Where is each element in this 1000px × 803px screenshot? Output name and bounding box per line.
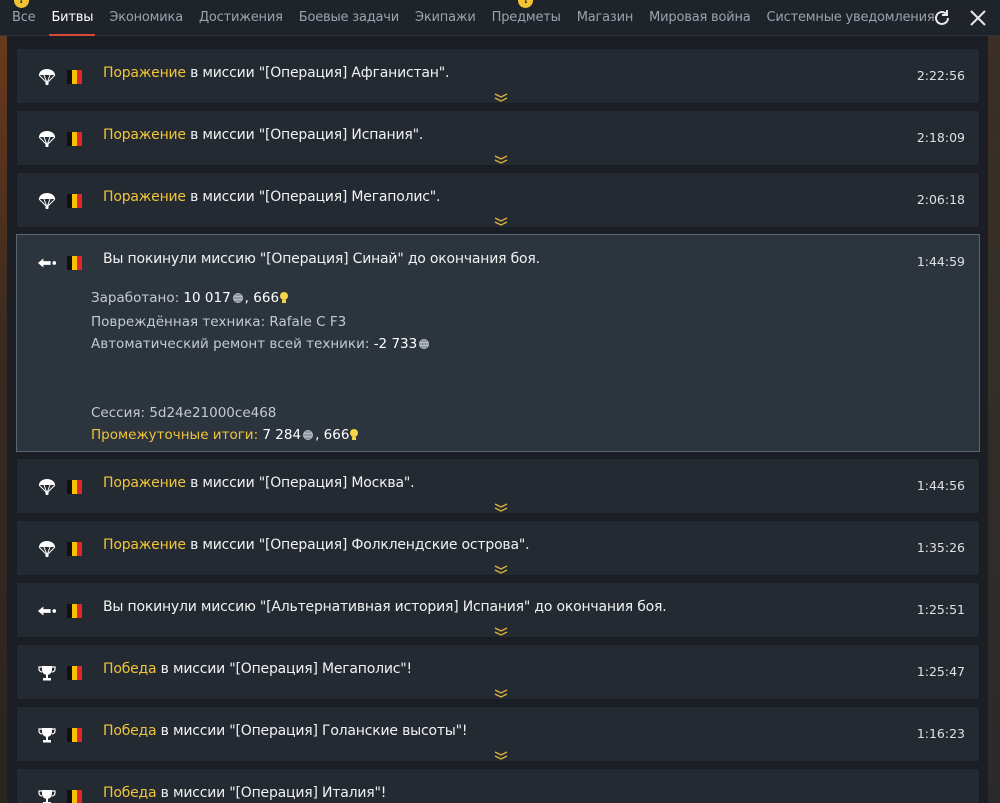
tab-battles[interactable]: Битвы xyxy=(43,0,101,36)
message-text: Вы покинули миссию "[Операция] Синай" до… xyxy=(103,251,540,267)
silver-lions-icon xyxy=(301,426,315,448)
refresh-icon[interactable] xyxy=(930,6,954,30)
tab-label: Боевые задачи xyxy=(298,10,400,25)
trophy-icon xyxy=(37,787,57,803)
message-text: Поражение в миссии "[Операция] Фолклендс… xyxy=(103,537,530,553)
tab-label: Битвы xyxy=(51,10,94,25)
expand-chevron-icon[interactable] xyxy=(493,745,509,760)
total-row: Промежуточные итоги: 7 284, 666 xyxy=(91,424,431,448)
background-edge-left xyxy=(0,36,7,803)
battle-messages-list: Поражение в миссии "[Операция] Афганиста… xyxy=(16,48,980,803)
tab-shop[interactable]: Магазин xyxy=(569,0,641,36)
silver-lions-icon xyxy=(231,289,245,311)
message-text: Поражение в миссии "[Операция] Испания". xyxy=(103,127,424,143)
alert-badge-icon: ! xyxy=(13,0,29,8)
message-text: Вы покинули миссию "[Альтернативная исто… xyxy=(103,599,667,615)
tab-battle-tasks[interactable]: Боевые задачи xyxy=(291,0,407,36)
message-text: Победа в миссии "[Операция] Мегаполис"! xyxy=(103,661,412,677)
message-time: 2:06:18 xyxy=(916,192,965,207)
tab-economy[interactable]: Экономика xyxy=(101,0,191,36)
flag-belgium-icon xyxy=(67,256,82,270)
message-item[interactable]: Поражение в миссии "[Операция] Мегаполис… xyxy=(16,172,980,228)
tab-label: Магазин xyxy=(576,10,634,25)
flag-belgium-icon xyxy=(67,604,82,618)
message-text: Поражение в миссии "[Операция] Мегаполис… xyxy=(103,189,441,205)
tab-system-notifications[interactable]: Системные уведомления xyxy=(759,0,943,36)
tab-crews[interactable]: Экипажи xyxy=(407,0,484,36)
message-time: 1:16:23 xyxy=(916,726,965,741)
message-item[interactable]: Победа в миссии "[Операция] Мегаполис"! … xyxy=(16,644,980,700)
research-points-icon xyxy=(349,426,359,448)
tab-label: Экономика xyxy=(109,10,183,25)
damaged-row: Повреждённая техника: Rafale C F3 xyxy=(91,314,347,330)
leave-icon xyxy=(37,253,57,273)
close-icon[interactable] xyxy=(966,6,990,30)
message-time: 1:25:51 xyxy=(916,602,965,617)
tab-label: Все xyxy=(12,10,36,25)
message-time: 1:35:26 xyxy=(916,540,965,555)
flag-belgium-icon xyxy=(67,70,82,84)
parachute-icon xyxy=(37,191,57,211)
trophy-icon xyxy=(37,725,57,745)
message-text: Победа в миссии "[Операция] Голанские вы… xyxy=(103,723,468,739)
tab-world-war[interactable]: Мировая война xyxy=(641,0,758,36)
tab-label: Достижения xyxy=(198,10,283,25)
flag-belgium-icon xyxy=(67,666,82,680)
message-time: 1:44:59 xyxy=(916,254,965,269)
expand-chevron-icon[interactable] xyxy=(493,683,509,698)
message-item[interactable]: Поражение в миссии "[Операция] Испания".… xyxy=(16,110,980,166)
message-time: 2:18:09 xyxy=(916,130,965,145)
expand-chevron-icon[interactable] xyxy=(493,211,509,226)
message-time: 1:44:56 xyxy=(916,478,965,493)
silver-lions-icon xyxy=(417,335,431,357)
trophy-icon xyxy=(37,663,57,683)
tabs: ! Все Битвы Экономика Достижения Боевые … xyxy=(0,0,942,36)
message-item[interactable]: Поражение в миссии "[Операция] Фолклендс… xyxy=(16,520,980,576)
message-item-expanded[interactable]: Вы покинули миссию "[Операция] Синай" до… xyxy=(16,234,980,452)
repair-row: Автоматический ремонт всей техники: -2 7… xyxy=(91,333,431,357)
flag-belgium-icon xyxy=(67,480,82,494)
expand-chevron-icon[interactable] xyxy=(493,87,509,102)
parachute-icon xyxy=(37,539,57,559)
message-item[interactable]: Вы покинули миссию "[Альтернативная исто… xyxy=(16,582,980,638)
tab-label: Системные уведомления xyxy=(766,10,935,25)
tab-label: Мировая война xyxy=(649,10,751,25)
alert-badge-icon: ! xyxy=(518,0,534,8)
flag-belgium-icon xyxy=(67,790,82,803)
flag-belgium-icon xyxy=(67,132,82,146)
expand-chevron-icon[interactable] xyxy=(493,559,509,574)
message-item[interactable]: Поражение в миссии "[Операция] Афганиста… xyxy=(16,48,980,104)
message-item[interactable]: Поражение в миссии "[Операция] Москва". … xyxy=(16,458,980,514)
message-text: Поражение в миссии "[Операция] Москва". xyxy=(103,475,415,491)
session-row: Сессия: 5d24e21000ce468 xyxy=(91,405,277,421)
message-text: Победа в миссии "[Операция] Италия"! xyxy=(103,785,387,801)
background-edge-right xyxy=(988,36,1000,803)
tab-all[interactable]: ! Все xyxy=(0,0,43,36)
flag-belgium-icon xyxy=(67,542,82,556)
message-time: 1:25:47 xyxy=(916,664,965,679)
tab-achievements[interactable]: Достижения xyxy=(191,0,291,36)
flag-belgium-icon xyxy=(67,194,82,208)
message-item[interactable]: Победа в миссии "[Операция] Голанские вы… xyxy=(16,706,980,762)
flag-belgium-icon xyxy=(67,728,82,742)
message-text: Поражение в миссии "[Операция] Афганиста… xyxy=(103,65,450,81)
expand-chevron-icon[interactable] xyxy=(493,621,509,636)
parachute-icon xyxy=(37,477,57,497)
message-details: Заработано: 10 017, 666 Повреждённая тех… xyxy=(91,287,431,448)
tab-items[interactable]: ! Предметы xyxy=(484,0,569,36)
tab-bar: ! Все Битвы Экономика Достижения Боевые … xyxy=(0,0,1000,36)
earned-row: Заработано: 10 017, 666 xyxy=(91,287,431,311)
tab-label: Предметы xyxy=(491,10,561,25)
tab-label: Экипажи xyxy=(415,10,476,25)
leave-icon xyxy=(37,601,57,621)
message-time: 2:22:56 xyxy=(916,68,965,83)
expand-chevron-icon[interactable] xyxy=(493,149,509,164)
parachute-icon xyxy=(37,129,57,149)
research-points-icon xyxy=(279,289,289,311)
message-item[interactable]: Победа в миссии "[Операция] Италия"! xyxy=(16,768,980,803)
expand-chevron-icon[interactable] xyxy=(493,497,509,512)
parachute-icon xyxy=(37,67,57,87)
